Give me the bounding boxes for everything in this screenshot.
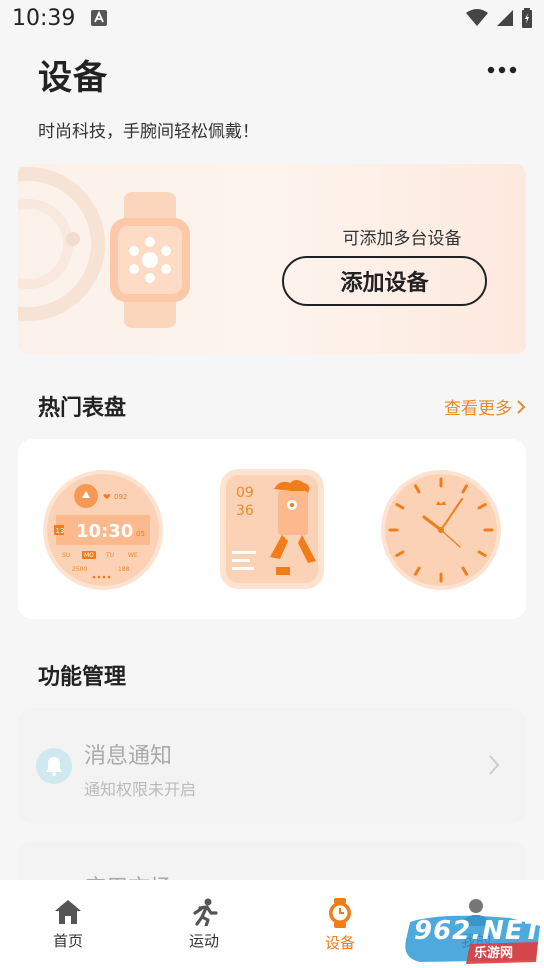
dial1-date-left: 13 <box>56 527 65 535</box>
add-device-banner: 可添加多台设备 添加设备 <box>18 164 526 354</box>
banner-cta-text: 可添加多台设备 <box>342 229 462 249</box>
chevron-right-icon <box>517 399 526 414</box>
watermark-text-bottom: 乐游网 <box>474 946 514 961</box>
watch-face-1[interactable]: 092 13 10:30 05 SU MO TU WE 2500 188 <box>42 469 164 591</box>
notification-a-icon <box>91 10 108 26</box>
home-icon <box>55 900 81 924</box>
tab-home[interactable]: 首页 <box>0 880 136 968</box>
more-options-button[interactable] <box>482 56 522 84</box>
watch-illustration <box>110 192 190 328</box>
tab-sport-label: 运动 <box>188 932 219 950</box>
dial1-top-value: 092 <box>114 493 127 501</box>
see-more-link[interactable]: 查看更多 <box>444 394 526 419</box>
add-device-button[interactable]: 添加设备 <box>282 256 487 306</box>
signal-icon <box>497 10 513 26</box>
dial2-hour: 09 <box>236 485 254 501</box>
status-time: 10:39 <box>12 5 76 31</box>
tab-sport[interactable]: 运动 <box>136 880 272 968</box>
tab-device-label: 设备 <box>324 934 355 952</box>
tab-home-label: 首页 <box>52 932 83 950</box>
dial2-minute: 36 <box>236 503 254 519</box>
dial1-day-1: MO <box>84 552 94 559</box>
watch-face-2[interactable]: 09 36 <box>218 467 326 591</box>
dial1-day-3: WE <box>128 552 138 559</box>
see-more-label: 查看更多 <box>444 399 512 419</box>
dial1-day-2: TU <box>105 552 114 559</box>
watch-icon <box>329 898 351 928</box>
battery-icon <box>522 8 532 28</box>
hot-dials-title: 热门表盘 <box>38 396 127 421</box>
dial1-bottom-right: 188 <box>118 566 130 573</box>
watch-face-3[interactable] <box>380 469 502 591</box>
page-title: 设备 <box>38 58 108 98</box>
page-subtitle: 时尚科技，手腕间轻松佩戴！ <box>38 122 259 142</box>
functions-title: 功能管理 <box>38 665 127 690</box>
dial1-date-right: 05 <box>136 530 145 538</box>
dial1-bottom-left: 2500 <box>72 566 87 573</box>
running-icon <box>193 898 218 926</box>
dial1-day-0: SU <box>62 552 70 559</box>
tab-device[interactable]: 设备 <box>272 880 408 968</box>
more-dots-icon <box>487 66 517 74</box>
dial1-time: 10:30 <box>76 521 133 542</box>
message-notification-label: 消息通知 <box>84 744 173 769</box>
message-notification-desc: 通知权限未开启 <box>84 780 197 799</box>
page-header: 设备 时尚科技，手腕间轻松佩戴！ <box>38 50 522 142</box>
status-bar: 10:39 <box>0 0 544 36</box>
hot-dials-card: 092 13 10:30 05 SU MO TU WE 2500 188 09 … <box>18 439 526 619</box>
wifi-icon <box>466 9 488 26</box>
message-notification-item[interactable]: 消息通知 通知权限未开启 <box>18 708 526 824</box>
chevron-right-icon <box>489 755 500 775</box>
bell-icon <box>36 748 72 784</box>
